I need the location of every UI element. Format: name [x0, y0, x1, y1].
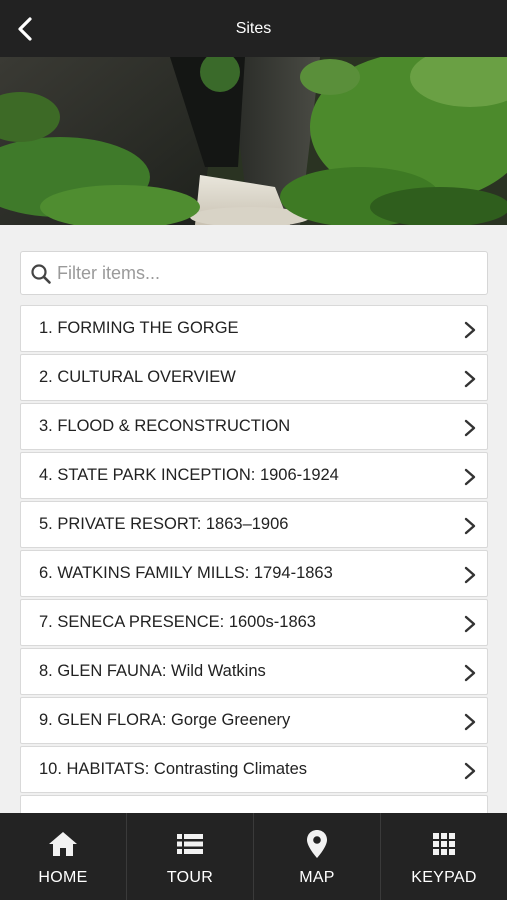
list-item[interactable]: 6. WATKINS FAMILY MILLS: 1794-1863: [20, 550, 488, 597]
list-item[interactable]: 10. HABITATS: Contrasting Climates: [20, 746, 488, 793]
home-icon: [49, 832, 77, 856]
list-item[interactable]: [20, 795, 488, 813]
list-item-label: 8. GLEN FAUNA: Wild Watkins: [39, 662, 266, 680]
sites-content: 1. FORMING THE GORGE 2. CULTURAL OVERVIE…: [0, 225, 507, 813]
chevron-right-icon: [464, 615, 476, 633]
keypad-icon: [433, 833, 455, 855]
chevron-right-icon: [464, 713, 476, 731]
chevron-right-icon: [464, 664, 476, 682]
tab-bar: HOME TOUR MAP KEYPAD: [0, 813, 507, 900]
sites-list: 1. FORMING THE GORGE 2. CULTURAL OVERVIE…: [20, 305, 488, 813]
tab-keypad[interactable]: KEYPAD: [381, 813, 507, 900]
list-item[interactable]: 9. GLEN FLORA: Gorge Greenery: [20, 697, 488, 744]
chevron-right-icon: [464, 517, 476, 535]
list-item-label: 10. HABITATS: Contrasting Climates: [39, 760, 308, 778]
map-pin-icon: [307, 830, 327, 858]
chevron-right-icon: [464, 419, 476, 437]
top-bar: Sites: [0, 0, 507, 57]
list-item-label: 3. FLOOD & RECONSTRUCTION: [39, 417, 291, 435]
filter-input[interactable]: [57, 252, 477, 294]
list-item[interactable]: 3. FLOOD & RECONSTRUCTION: [20, 403, 488, 450]
list-item-label: 5. PRIVATE RESORT: 1863–1906: [39, 515, 289, 533]
search-box: [20, 251, 488, 295]
tab-label: HOME: [38, 869, 88, 886]
list-item[interactable]: 8. GLEN FAUNA: Wild Watkins: [20, 648, 488, 695]
list-item-label: 9. GLEN FLORA: Gorge Greenery: [39, 711, 291, 729]
chevron-right-icon: [464, 370, 476, 388]
list-item[interactable]: 2. CULTURAL OVERVIEW: [20, 354, 488, 401]
chevron-right-icon: [464, 321, 476, 339]
tab-tour[interactable]: TOUR: [127, 813, 254, 900]
page-title: Sites: [235, 20, 272, 37]
list-item[interactable]: 1. FORMING THE GORGE: [20, 305, 488, 352]
list-item[interactable]: 7. SENECA PRESENCE: 1600s-1863: [20, 599, 488, 646]
list-icon: [177, 834, 203, 854]
tab-home[interactable]: HOME: [0, 813, 127, 900]
hero-image: [0, 57, 507, 225]
list-item-label: 6. WATKINS FAMILY MILLS: 1794-1863: [39, 564, 333, 582]
list-item-label: 2. CULTURAL OVERVIEW: [39, 368, 236, 386]
list-item[interactable]: 5. PRIVATE RESORT: 1863–1906: [20, 501, 488, 548]
search-icon: [31, 264, 51, 284]
list-item-label: 7. SENECA PRESENCE: 1600s-1863: [39, 613, 316, 631]
chevron-right-icon: [464, 762, 476, 780]
list-item-label: 4. STATE PARK INCEPTION: 1906-1924: [39, 466, 339, 484]
chevron-right-icon: [464, 566, 476, 584]
list-item-label: 1. FORMING THE GORGE: [39, 319, 239, 337]
chevron-right-icon: [464, 468, 476, 486]
tab-label: KEYPAD: [411, 869, 477, 886]
tab-label: TOUR: [166, 869, 214, 886]
list-item[interactable]: 4. STATE PARK INCEPTION: 1906-1924: [20, 452, 488, 499]
tab-map[interactable]: MAP: [254, 813, 381, 900]
tab-label: MAP: [299, 869, 335, 886]
